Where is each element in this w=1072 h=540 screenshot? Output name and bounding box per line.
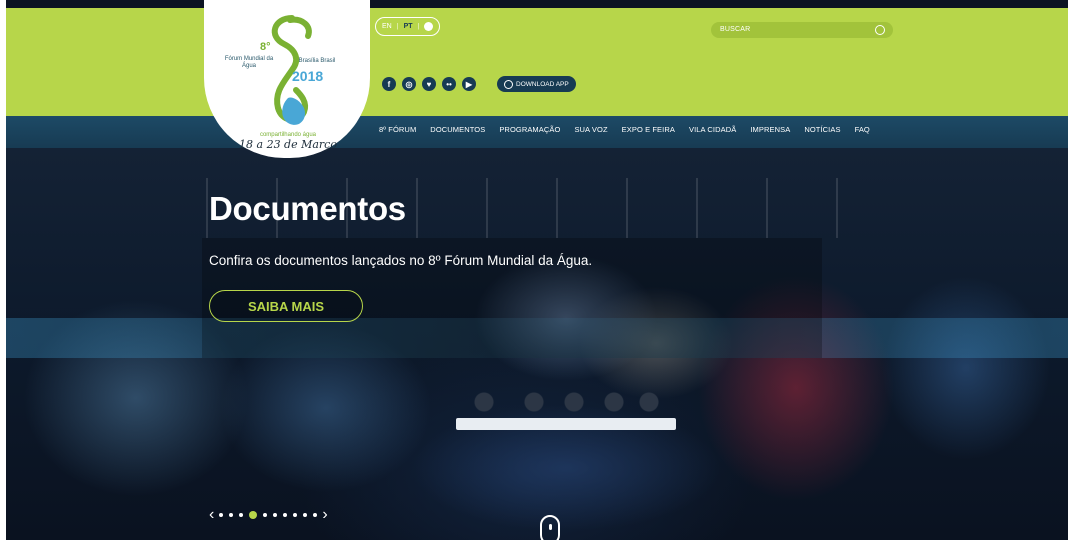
saiba-mais-button[interactable]: SAIBA MAIS [209,290,363,322]
hero-panel-table [456,418,676,430]
lang-pt[interactable]: PT [404,23,413,30]
social-links: f ◎ ♥ •• ▶ [382,77,476,91]
search-icon[interactable] [875,25,885,35]
hero-panel-speakers [474,388,664,418]
app-icon [504,79,513,89]
carousel-dot[interactable] [249,511,258,519]
header-bar [6,8,1068,116]
page: 8° Fórum Mundial da Água Brasília Brasil… [6,0,1068,540]
hero-banner [6,148,1068,540]
globe-icon[interactable] [424,22,434,31]
logo-edition: 8° [260,41,271,53]
carousel-dot[interactable] [219,513,224,517]
logo-city: Brasília Brasil [298,58,336,64]
carousel-dot[interactable] [273,513,278,517]
facebook-icon[interactable]: f [382,77,396,91]
download-app-label: DOWNLOAD APP [516,80,569,88]
carousel-dots [219,511,318,519]
carousel-dot[interactable] [303,513,308,517]
instagram-icon[interactable]: ◎ [402,77,416,91]
logo-dates: 18 a 23 de Março [239,138,337,151]
lang-separator: | [396,23,399,30]
logo-year: 2018 [292,68,324,84]
nav-item-forum[interactable]: 8º FÓRUM [379,125,416,134]
nav-item-documentos[interactable]: DOCUMENTOS [430,125,485,134]
nav-item-vila-cidada[interactable]: VILA CIDADÃ [689,125,736,134]
carousel-dot[interactable] [239,513,244,517]
forum-logo[interactable]: 8° Fórum Mundial da Água Brasília Brasil… [204,0,370,158]
search-bar[interactable]: BUSCAR [711,22,893,38]
carousel-dot[interactable] [313,513,318,517]
carousel-prev-icon[interactable]: ‹ [209,507,214,523]
nav-item-faq[interactable]: FAQ [855,125,870,134]
scroll-down-icon[interactable] [540,515,560,540]
carousel-next-icon[interactable]: › [322,507,327,523]
carousel-pager: ‹ › [209,507,328,523]
nav-item-programacao[interactable]: PROGRAMAÇÃO [499,125,560,134]
twitter-icon[interactable]: ♥ [422,77,436,91]
download-app-button[interactable]: DOWNLOAD APP [497,76,576,92]
flickr-icon[interactable]: •• [442,77,456,91]
lang-separator: | [417,23,420,30]
hero-title: Documentos [209,190,406,227]
language-switch: EN | PT | [375,17,441,36]
main-nav: 8º FÓRUM DOCUMENTOS PROGRAMAÇÃO SUA VOZ … [379,125,870,134]
lang-en[interactable]: EN [382,23,392,30]
carousel-dot[interactable] [293,513,298,517]
youtube-icon[interactable]: ▶ [462,77,476,91]
nav-item-imprensa[interactable]: IMPRENSA [750,125,790,134]
nav-item-sua-voz[interactable]: SUA VOZ [574,125,607,134]
carousel-dot[interactable] [283,513,288,517]
logo-name: Fórum Mundial da Água [224,56,274,69]
carousel-dot[interactable] [229,513,234,517]
nav-item-expo-feira[interactable]: EXPO E FEIRA [622,125,675,134]
search-input[interactable]: BUSCAR [720,26,750,33]
carousel-dot[interactable] [263,513,268,517]
nav-item-noticias[interactable]: NOTÍCIAS [804,125,840,134]
hero-subtitle: Confira os documentos lançados no 8º Fór… [209,253,593,268]
